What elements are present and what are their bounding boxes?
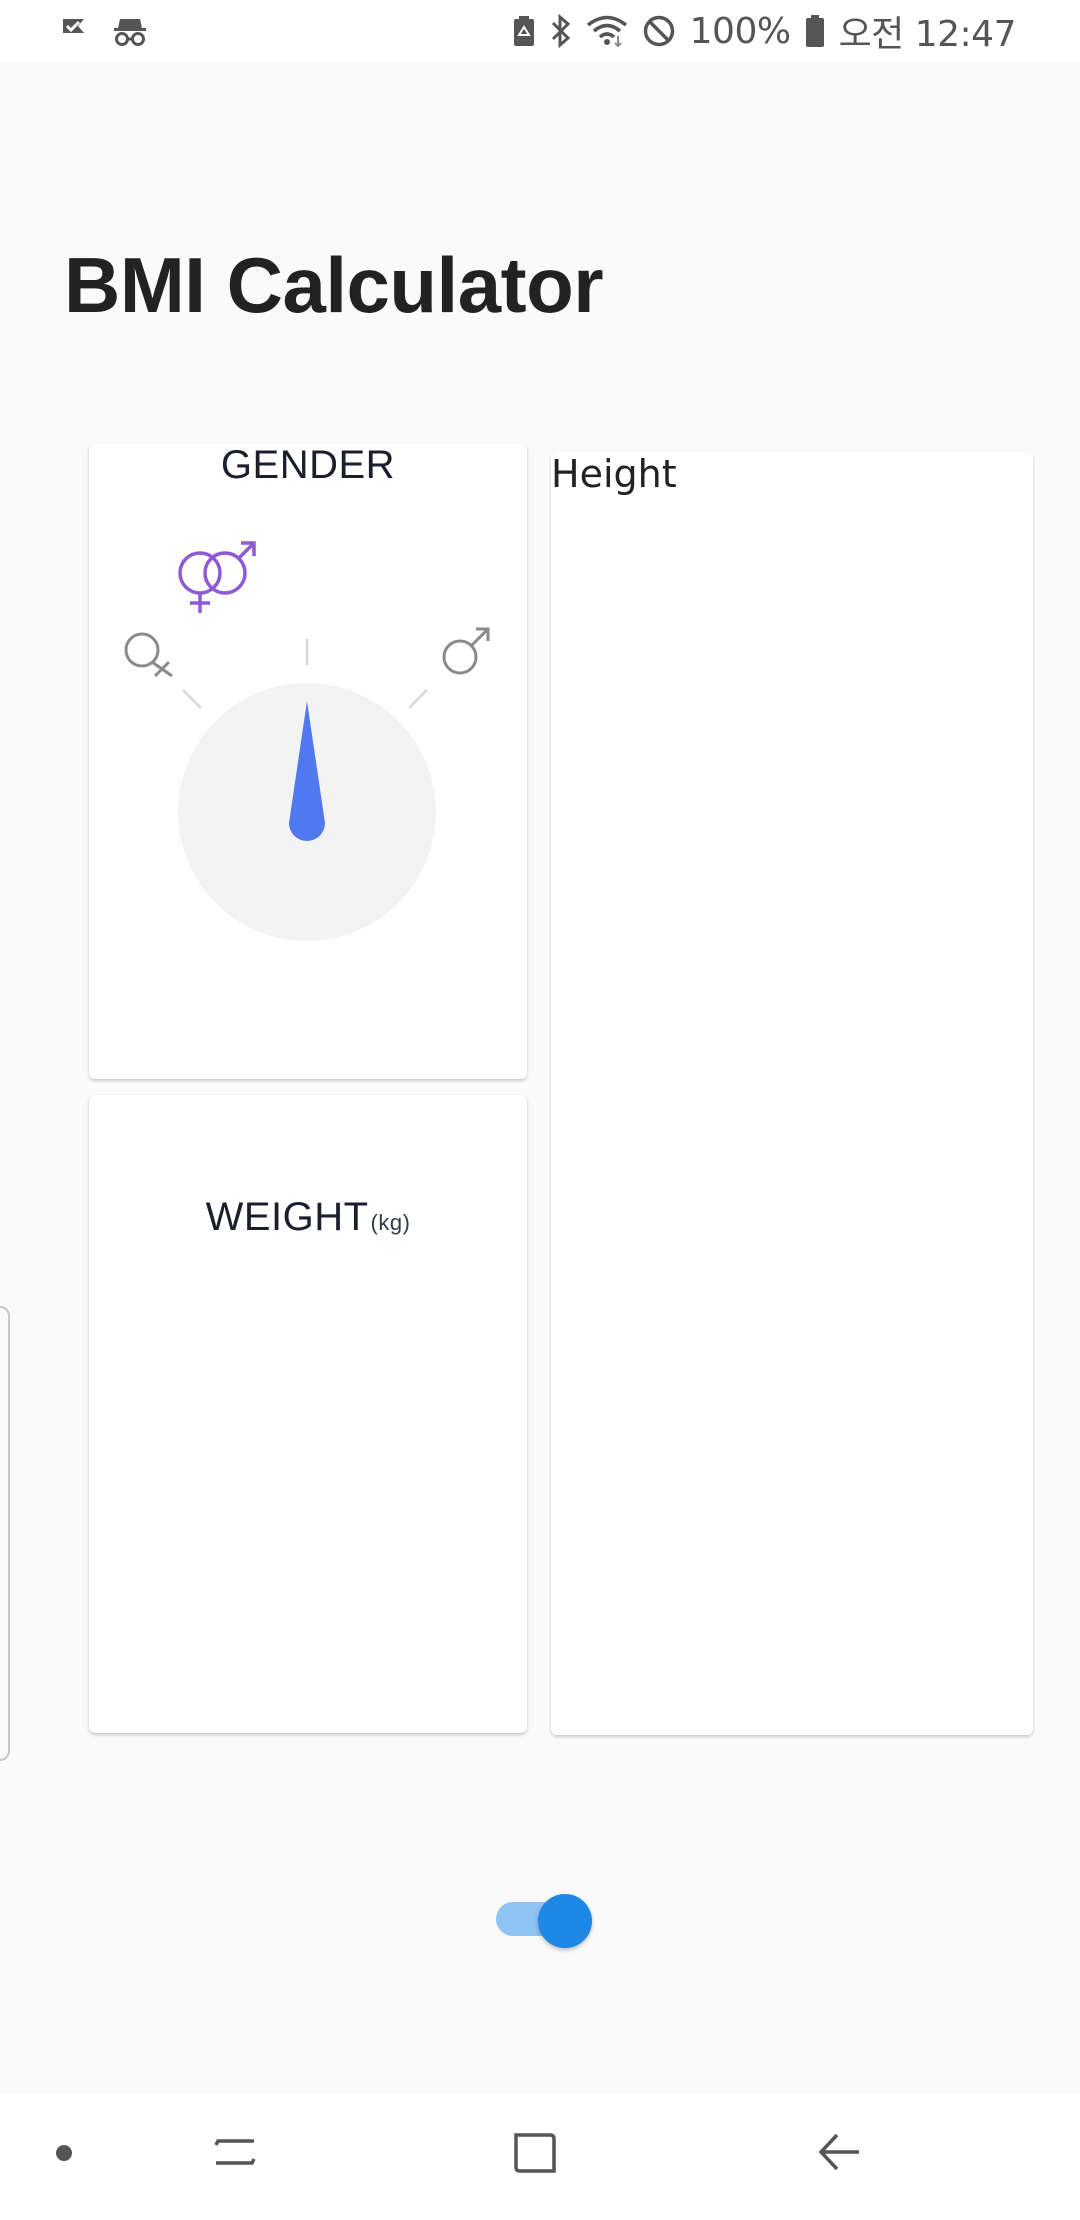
battery-saver-icon xyxy=(512,15,536,47)
check-flag-icon xyxy=(60,16,90,46)
edge-panel-handle[interactable] xyxy=(0,1306,10,1761)
status-time: 오전 12:47 xyxy=(838,14,1017,55)
dial-tick-right xyxy=(408,689,428,709)
weight-card: WEIGHT(kg) xyxy=(89,1095,527,1733)
back-icon[interactable] xyxy=(803,2122,873,2182)
navigation-bar xyxy=(0,2094,1080,2220)
weight-unit: (kg) xyxy=(370,1210,411,1235)
intersex-icon[interactable] xyxy=(178,541,256,613)
dot-icon[interactable] xyxy=(44,2133,84,2173)
units-toggle[interactable] xyxy=(494,1894,594,1948)
page-title: BMI Calculator xyxy=(64,241,604,329)
dial-tick-left xyxy=(182,689,202,709)
height-label: Height xyxy=(551,452,677,496)
wifi-icon xyxy=(586,14,628,48)
status-bar-right: 100% 오전 12:47 xyxy=(512,5,1017,57)
gender-card: GENDER xyxy=(89,443,527,1079)
do-not-disturb-icon xyxy=(642,14,676,48)
home-icon[interactable] xyxy=(500,2122,570,2182)
toggle-thumb[interactable] xyxy=(538,1894,592,1948)
incognito-icon xyxy=(112,15,148,47)
battery-percent: 100% xyxy=(689,10,791,52)
weight-title-row: WEIGHT(kg) xyxy=(89,1195,527,1240)
recents-icon[interactable] xyxy=(200,2122,270,2182)
weight-title: WEIGHT xyxy=(205,1195,369,1239)
height-card[interactable]: Height xyxy=(551,452,1033,1735)
male-icon[interactable] xyxy=(442,627,490,675)
gender-dial[interactable] xyxy=(89,443,527,1079)
battery-icon xyxy=(805,14,825,48)
female-icon[interactable] xyxy=(124,632,173,678)
status-bar-left xyxy=(60,15,148,47)
bluetooth-icon xyxy=(550,14,572,48)
status-bar: 100% 오전 12:47 xyxy=(0,0,1080,62)
